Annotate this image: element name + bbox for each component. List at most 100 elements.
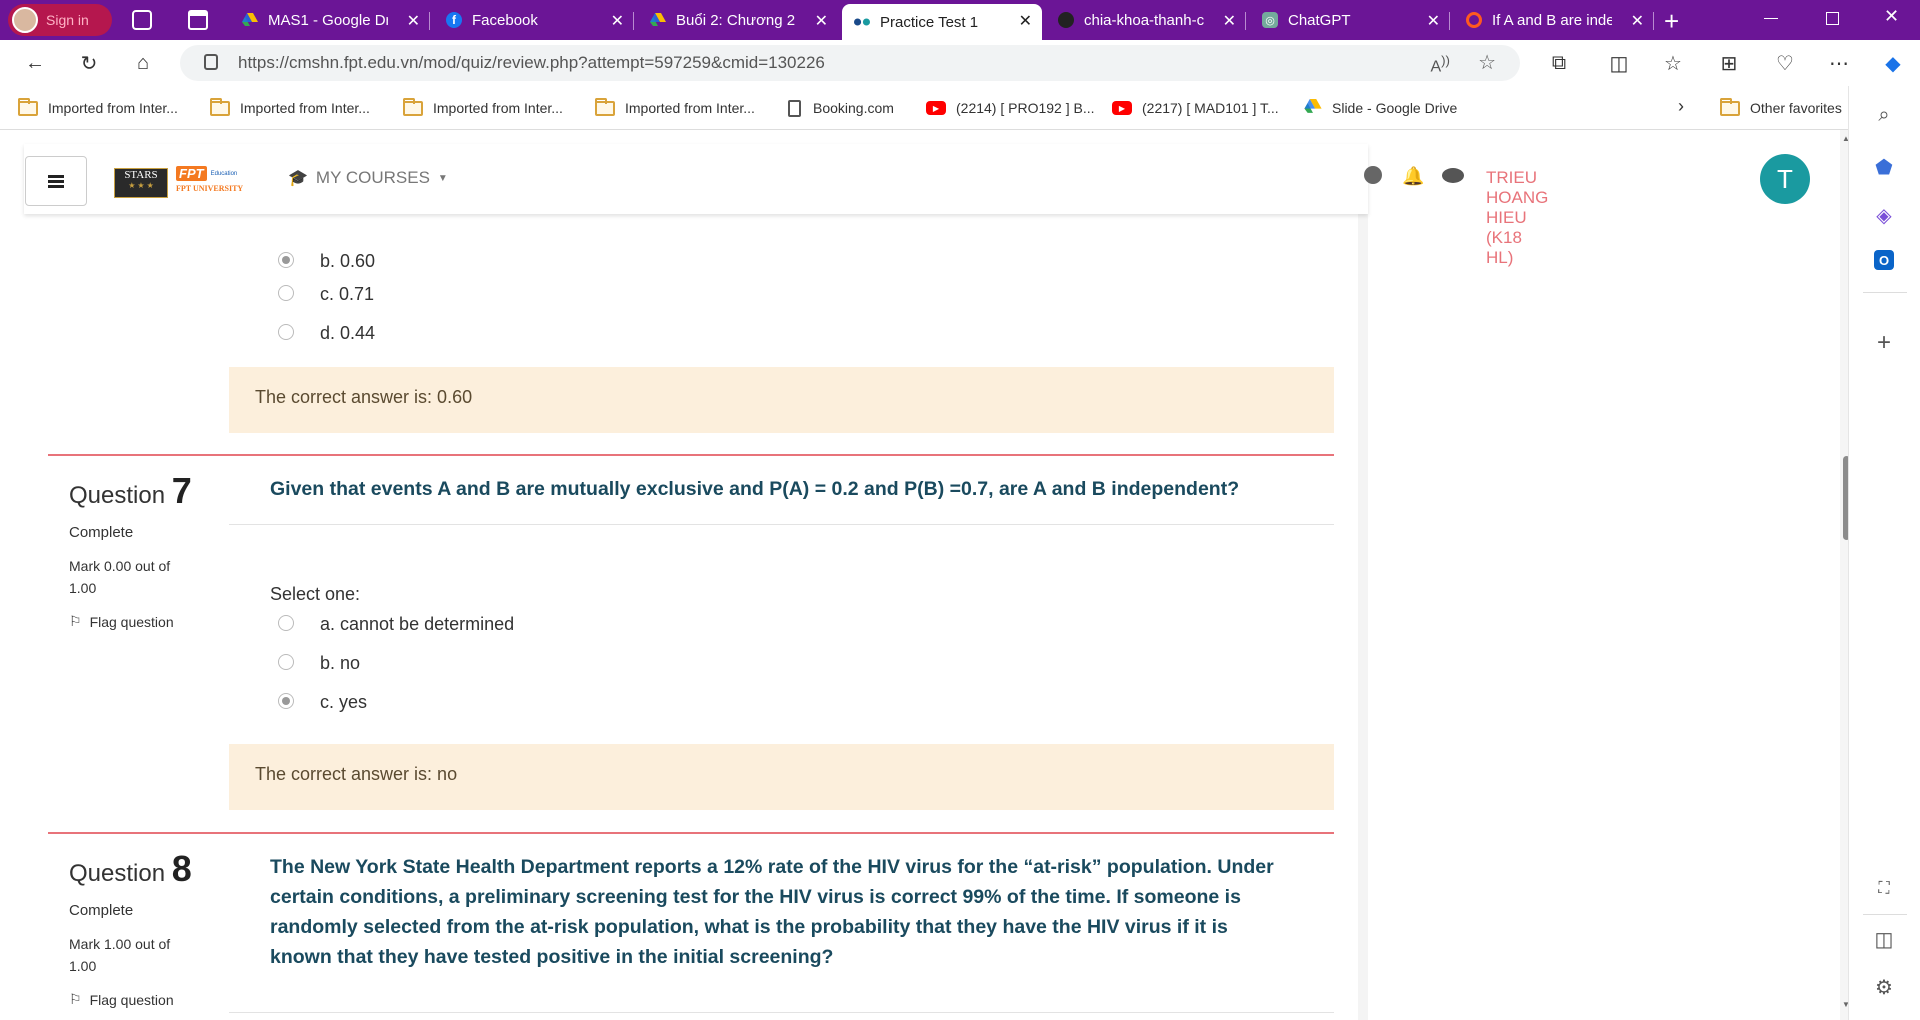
tab-facebook[interactable]: f Facebook ✕	[434, 4, 634, 36]
close-tab-icon[interactable]: ✕	[407, 11, 420, 31]
home-icon[interactable]: ⌂	[128, 48, 158, 78]
option-q7-a: a. cannot be determined	[320, 613, 515, 634]
profile-button[interactable]: Sign in	[8, 4, 112, 36]
tab-buoi-2[interactable]: Buổi 2: Chương 2 ✕	[638, 4, 838, 36]
q8-mark-line1: Mark 1.00 out of	[69, 936, 171, 952]
radio-q7-c[interactable]	[278, 693, 294, 709]
split-screen-icon[interactable]: ◫	[1604, 48, 1634, 78]
close-tab-icon[interactable]: ✕	[611, 11, 624, 31]
google-drive-icon	[242, 12, 258, 28]
favorite-star-icon[interactable]: ☆	[1478, 50, 1496, 75]
close-tab-icon[interactable]: ✕	[1223, 11, 1236, 31]
menu-hamburger-button[interactable]	[25, 156, 87, 206]
tab-practice-test-1[interactable]: Practice Test 1 ✕	[842, 4, 1042, 40]
q8-text-divider	[229, 1012, 1334, 1013]
add-sidebar-app-icon[interactable]: +	[1871, 329, 1897, 356]
health-icon[interactable]: ♡	[1770, 48, 1800, 78]
screenshot-icon[interactable]: ⛶	[1871, 876, 1897, 902]
tab-mas1[interactable]: MAS1 - Google Drive ✕	[230, 4, 430, 36]
favorite-item[interactable]: Slide - Google Drive	[1304, 96, 1457, 120]
q7-mark-line1: Mark 0.00 out of	[69, 558, 171, 574]
search-icon[interactable]: ⌕	[1871, 102, 1897, 128]
close-window-icon[interactable]: ✕	[1884, 6, 1899, 27]
more-icon[interactable]: ⋯	[1824, 48, 1854, 78]
read-aloud-icon[interactable]: A))	[1430, 53, 1450, 76]
q8-heading: Question 8	[69, 848, 192, 889]
radio-q7-b[interactable]	[278, 654, 294, 670]
q7-flag-question[interactable]: ⚐ Flag question	[69, 613, 174, 630]
radio-q6-b[interactable]	[278, 252, 294, 268]
new-tab-icon[interactable]: +	[1664, 6, 1679, 37]
page-icon	[788, 99, 801, 117]
url-bar[interactable]: https://cmshn.fpt.edu.vn/mod/quiz/review…	[180, 45, 1520, 81]
q8-flag-question[interactable]: ⚐ Flag question	[69, 991, 174, 1008]
avatar[interactable]: T	[1760, 154, 1810, 204]
back-icon[interactable]: ←	[20, 48, 50, 78]
hide-sidebar-icon[interactable]: ◫	[1871, 926, 1897, 952]
q7-text: Given that events A and B are mutually e…	[270, 478, 1240, 500]
option-q6-b: b. 0.60	[320, 250, 376, 271]
other-favorites[interactable]: Other favorites	[1720, 96, 1842, 120]
chatgpt-icon: ◎	[1262, 12, 1278, 28]
youtube-icon: ▶	[926, 101, 946, 115]
close-tab-icon[interactable]: ✕	[815, 11, 828, 31]
tab-if-a-and-b[interactable]: If A and B are independent ✕	[1454, 4, 1654, 36]
tab-github[interactable]: chia-khoa-thanh-cong ✕	[1046, 4, 1246, 36]
folder-icon	[210, 97, 230, 116]
tab-title: Buổi 2: Chương 2	[676, 11, 796, 29]
globe-icon[interactable]	[1364, 166, 1382, 184]
favorite-item[interactable]: ▶ (2217) [ MAD101 ] T...	[1112, 96, 1279, 120]
close-tab-icon[interactable]: ✕	[1427, 11, 1440, 31]
favorites-bar: Imported from Inter... Imported from Int…	[0, 86, 1920, 130]
sidebar-divider	[1863, 292, 1907, 293]
q6-feedback: The correct answer is: 0.60	[229, 367, 1334, 433]
lock-icon	[204, 54, 218, 70]
youtube-icon: ▶	[1112, 101, 1132, 115]
my-courses-menu[interactable]: 🎓 MY COURSES ▼	[288, 168, 448, 188]
q7-feedback: The correct answer is: no	[229, 744, 1334, 810]
fpt-logo: FPT Education FPT UNIVERSITY	[176, 166, 244, 193]
stars-logo: STARS ★ ★ ★	[114, 168, 168, 198]
extensions-icon[interactable]: ⧉	[1544, 48, 1574, 78]
q8-mark-line2: 1.00	[69, 958, 97, 974]
favorite-item[interactable]: Imported from Inter...	[595, 96, 755, 120]
option-q6-d: d. 0.44	[320, 322, 376, 343]
sidebar-divider	[1863, 914, 1907, 915]
favorite-item[interactable]: Imported from Inter...	[210, 96, 370, 120]
settings-gear-icon[interactable]: ⚙	[1871, 974, 1897, 1000]
collections-icon[interactable]: ⊞	[1714, 48, 1744, 78]
outlook-icon[interactable]: O	[1874, 250, 1894, 270]
favorite-item[interactable]: Booking.com	[788, 96, 894, 120]
graduation-cap-icon: 🎓	[288, 170, 308, 187]
favorites-icon[interactable]: ☆	[1658, 48, 1688, 78]
tab-actions-icon[interactable]	[188, 10, 208, 30]
favorite-item[interactable]: Imported from Inter...	[18, 96, 178, 120]
minimize-icon[interactable]	[1764, 18, 1778, 19]
refresh-icon[interactable]: ↻	[74, 48, 104, 78]
web-page: STARS ★ ★ ★ FPT Education FPT UNIVERSITY …	[0, 130, 1840, 1020]
favorite-item[interactable]: ▶ (2214) [ PRO192 ] B...	[926, 96, 1095, 120]
shopping-tag-icon[interactable]: ⬟	[1871, 154, 1897, 180]
notification-bell-icon[interactable]: 🔔	[1402, 166, 1424, 187]
workspaces-icon[interactable]	[132, 10, 152, 30]
copilot-icon[interactable]: ◆	[1878, 48, 1908, 78]
messages-icon[interactable]	[1442, 168, 1464, 183]
tab-chatgpt[interactable]: ◎ ChatGPT ✕	[1250, 4, 1450, 36]
favorites-overflow-icon[interactable]: ›	[1678, 96, 1684, 117]
radio-q6-d[interactable]	[278, 324, 294, 340]
q7-heading: Question 7	[69, 470, 192, 511]
favorite-item[interactable]: Imported from Inter...	[403, 96, 563, 120]
copilot-sidebar-icon[interactable]: ◈	[1871, 202, 1897, 228]
user-name[interactable]: TRIEU HOANG HIEU (K18 HL)	[1486, 168, 1548, 268]
moodle-icon	[854, 14, 870, 30]
restore-icon[interactable]	[1826, 12, 1839, 25]
radio-q7-a[interactable]	[278, 615, 294, 631]
edge-sidebar: ⌕ ⬟ ◈ O + ⛶ ◫ ⚙	[1848, 86, 1920, 1020]
close-tab-icon[interactable]: ✕	[1019, 11, 1032, 31]
question-divider	[48, 454, 1334, 456]
folder-icon	[403, 97, 423, 116]
tab-title: chia-khoa-thanh-cong	[1084, 11, 1204, 29]
folder-icon	[18, 97, 38, 116]
radio-q6-c[interactable]	[278, 285, 294, 301]
close-tab-icon[interactable]: ✕	[1631, 11, 1644, 31]
